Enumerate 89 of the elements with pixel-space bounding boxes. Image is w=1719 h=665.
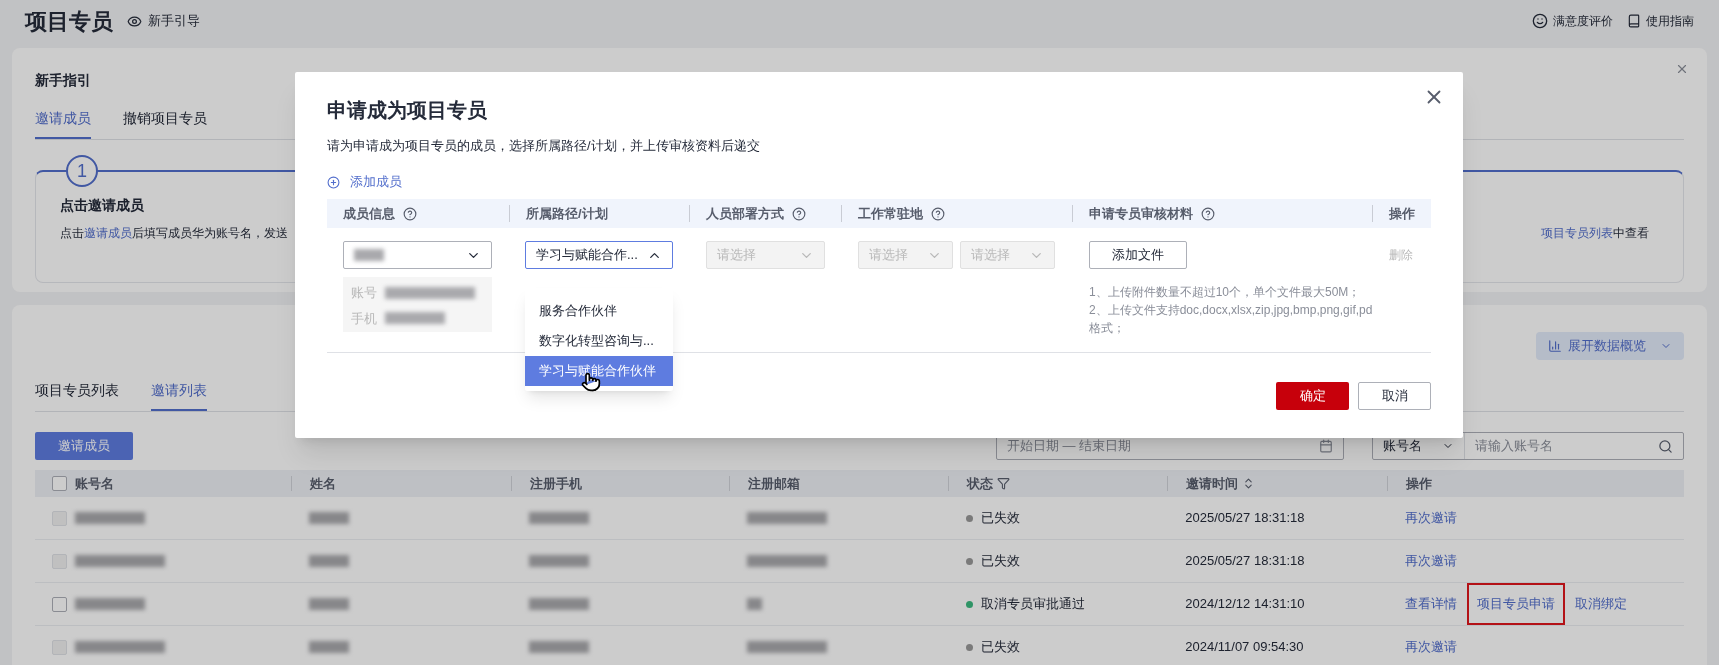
plus-circle-icon <box>327 175 340 189</box>
step-number: 1 <box>66 155 98 187</box>
action-link[interactable]: 再次邀请 <box>1404 637 1457 657</box>
filter-icon[interactable] <box>996 477 1010 490</box>
dropdown-option[interactable]: 服务合作伙伴 <box>525 296 673 326</box>
cancel-button[interactable]: 取消 <box>1358 382 1431 410</box>
action-link[interactable]: 再次邀请 <box>1404 551 1457 571</box>
table-cell: 2025/05/27 18:31:18 <box>1185 510 1305 526</box>
redacted-text <box>309 598 350 610</box>
table-cell: 2025/05/27 18:31:18 <box>1185 553 1305 569</box>
step-description: 点击邀请成员后填写成员华为账号名，发送 <box>60 225 288 242</box>
invite-button[interactable]: 邀请成员 <box>35 432 133 460</box>
search-field[interactable]: 请输入账号名 <box>1465 436 1658 456</box>
column-header: 姓名 <box>310 474 337 493</box>
list-link[interactable]: 项目专员列表 <box>1541 226 1613 240</box>
redacted-text <box>309 512 350 524</box>
search-icon[interactable] <box>1658 438 1673 454</box>
book-icon <box>1627 14 1641 28</box>
invite-link[interactable]: 邀请成员 <box>84 226 132 240</box>
dropdown-option[interactable]: 数字化转型咨询与... <box>525 326 673 356</box>
redacted-text <box>528 641 589 653</box>
action-link[interactable]: 取消绑定 <box>1574 594 1627 614</box>
action-link[interactable]: 再次邀请 <box>1404 508 1457 528</box>
column-header: 注册手机 <box>529 474 582 493</box>
redacted-text <box>528 512 589 524</box>
redacted-text <box>75 598 145 610</box>
info-label: 手机 <box>351 309 377 328</box>
help-icon[interactable] <box>1201 206 1215 221</box>
column-header: 状态 <box>966 474 993 493</box>
checkbox[interactable] <box>52 476 67 491</box>
guide-link[interactable]: 新手引导 <box>127 11 200 31</box>
redacted-text <box>309 555 350 567</box>
status-text: 已失效 <box>980 552 1020 571</box>
help-icon[interactable] <box>403 206 417 221</box>
redacted-text <box>75 512 145 524</box>
page-title: 项目专员 <box>25 7 113 36</box>
help-icon[interactable] <box>931 206 945 221</box>
column-header: 人员部署方式 <box>706 204 784 223</box>
header-link[interactable]: 使用指南 <box>1627 12 1694 30</box>
tab[interactable]: 项目专员列表 <box>35 380 119 411</box>
column-header: 注册邮箱 <box>748 474 801 493</box>
overview-button[interactable]: 展开数据概览 <box>1536 332 1684 360</box>
search-box[interactable]: 账号名 请输入账号名 <box>1372 432 1684 460</box>
step-description: 项目专员列表中查看 <box>1541 225 1649 242</box>
hint-text: 1、上传附件数量不超过10个，单个文件最大50M； <box>1089 284 1362 301</box>
redacted-text <box>528 598 589 610</box>
calendar-icon <box>1319 439 1333 453</box>
help-icon[interactable] <box>792 206 806 221</box>
column-header: 操作 <box>1389 204 1415 223</box>
step-title: 点击邀请成员 <box>60 196 144 215</box>
table-cell: 2024/12/12 14:31:10 <box>1185 596 1305 612</box>
dialog-subtitle: 请为申请成为项目专员的成员，选择所属路径/计划，并上传审核资料后递交 <box>327 137 761 155</box>
redacted-text <box>528 555 589 567</box>
path-select[interactable]: 学习与赋能合作... <box>525 241 673 269</box>
tab[interactable]: 邀请列表 <box>151 380 207 411</box>
redacted-text <box>747 598 763 610</box>
column-header: 邀请时间 <box>1186 474 1239 493</box>
redacted-text <box>354 249 384 261</box>
redacted-text <box>385 312 445 325</box>
column-header: 账号名 <box>75 474 114 493</box>
header-link[interactable]: 满意度评价 <box>1532 12 1613 30</box>
status-text: 取消专员审批通过 <box>980 595 1085 614</box>
smile-icon <box>1532 13 1548 29</box>
column-header: 成员信息 <box>343 204 395 223</box>
column-header: 申请专员审核材料 <box>1089 204 1193 223</box>
info-label: 账号 <box>351 284 377 302</box>
card-title: 新手指引 <box>35 71 92 90</box>
add-member-link[interactable]: 添加成员 <box>327 172 402 192</box>
action-link[interactable]: 查看详情 <box>1404 594 1457 614</box>
column-header: 操作 <box>1405 474 1432 493</box>
redacted-text <box>309 641 350 653</box>
table-cell: 2024/11/07 09:54:30 <box>1185 639 1304 655</box>
column-header: 工作常驻地 <box>858 204 923 223</box>
hint-text: 2、上传文件支持doc,docx,xlsx,zip,jpg,bmp,png,gif,pd <box>1089 302 1372 319</box>
confirm-button[interactable]: 确定 <box>1276 382 1349 410</box>
status-text: 已失效 <box>980 638 1020 657</box>
action-link[interactable]: 项目专员申请 <box>1466 583 1565 625</box>
member-select[interactable] <box>343 241 492 269</box>
tab[interactable]: 撤销项目专员 <box>123 108 207 139</box>
tab[interactable]: 邀请成员 <box>35 108 91 139</box>
eye-icon <box>127 13 142 29</box>
dialog-title: 申请成为项目专员 <box>327 98 488 123</box>
add-file-button[interactable]: 添加文件 <box>1089 241 1187 269</box>
bar-chart-icon <box>1548 339 1562 353</box>
status-text: 已失效 <box>980 509 1020 528</box>
checkbox[interactable] <box>52 596 67 612</box>
hint-text: 格式； <box>1089 320 1126 337</box>
column-header: 所属路径/计划 <box>526 204 608 223</box>
close-icon[interactable] <box>1675 62 1689 76</box>
